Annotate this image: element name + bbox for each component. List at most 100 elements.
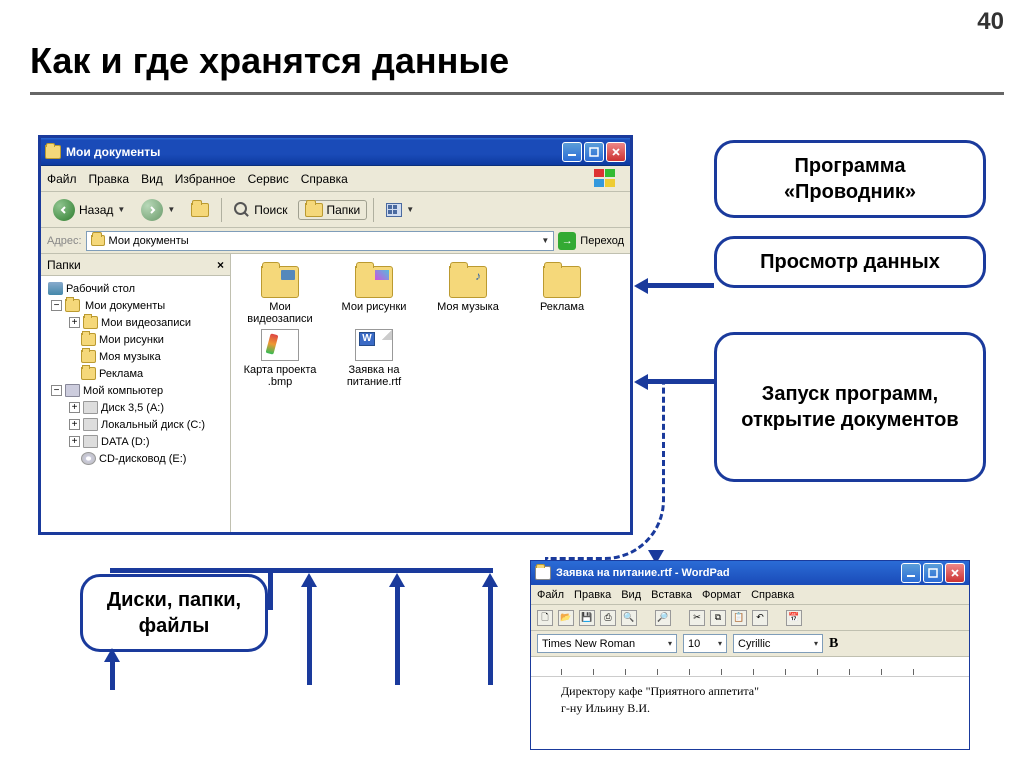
menu-insert[interactable]: Вставка xyxy=(651,589,692,601)
callout-view: Просмотр данных xyxy=(714,236,986,288)
menu-view[interactable]: Вид xyxy=(621,589,641,601)
address-value: Мои документы xyxy=(109,235,189,247)
folder-icon xyxy=(305,203,323,217)
tree-video[interactable]: +Мои видеозаписи xyxy=(43,314,228,331)
menubar: Файл Правка Вид Избранное Сервис Справка xyxy=(41,166,630,192)
expand-icon[interactable]: + xyxy=(69,402,80,413)
minimize-button[interactable] xyxy=(901,563,921,583)
collapse-icon[interactable]: − xyxy=(51,300,62,311)
menu-view[interactable]: Вид xyxy=(141,172,163,186)
bold-button[interactable]: B xyxy=(829,636,838,652)
callout-program: Программа «Проводник» xyxy=(714,140,986,218)
menu-format[interactable]: Формат xyxy=(702,589,741,601)
back-arrow-icon xyxy=(53,199,75,221)
folders-label: Папки xyxy=(327,203,361,217)
chevron-down-icon[interactable]: ▼ xyxy=(541,236,549,245)
disk-icon xyxy=(83,418,98,431)
expand-icon[interactable]: + xyxy=(69,436,80,447)
wordpad-titlebar[interactable]: Заявка на питание.rtf - WordPad xyxy=(531,561,969,585)
new-icon[interactable]: 🗋 xyxy=(537,610,553,626)
title-rule xyxy=(30,92,1004,95)
item-music[interactable]: Моя музыка xyxy=(425,266,511,325)
menu-help[interactable]: Справка xyxy=(751,589,794,601)
menu-favorites[interactable]: Избранное xyxy=(175,172,236,186)
undo-icon[interactable]: ↶ xyxy=(752,610,768,626)
view-mode-button[interactable]: ▼ xyxy=(380,201,420,219)
folder-icon xyxy=(81,367,96,380)
forward-button[interactable]: ▼ xyxy=(135,197,181,223)
windows-logo-icon xyxy=(594,169,624,189)
folders-button[interactable]: Папки xyxy=(298,200,368,220)
save-icon[interactable]: 💾 xyxy=(579,610,595,626)
window-buttons xyxy=(901,563,965,583)
document-body[interactable]: Директору кафе "Приятного аппетита" г-ну… xyxy=(531,677,969,723)
tree-mydocs[interactable]: −Мои документы xyxy=(43,297,228,314)
tree-datad[interactable]: +DATA (D:) xyxy=(43,433,228,450)
item-video[interactable]: Мои видеозаписи xyxy=(237,266,323,325)
copy-icon[interactable]: ⧉ xyxy=(710,610,726,626)
tree-mypc[interactable]: −Мой компьютер xyxy=(43,382,228,399)
close-button[interactable] xyxy=(945,563,965,583)
view-icon xyxy=(386,203,402,217)
panel-close-button[interactable]: × xyxy=(217,258,224,272)
item-reklama[interactable]: Реклама xyxy=(519,266,605,325)
folder-icon xyxy=(91,235,105,246)
print-icon[interactable]: ⎙ xyxy=(600,610,616,626)
item-rtf[interactable]: Заявка на питание.rtf xyxy=(331,329,417,388)
desktop-icon xyxy=(48,282,63,295)
back-button[interactable]: Назад ▼ xyxy=(47,197,131,223)
open-icon[interactable]: 📂 xyxy=(558,610,574,626)
body-line: г-ну Ильину В.И. xyxy=(561,700,939,717)
item-bmp[interactable]: Карта проекта .bmp xyxy=(237,329,323,388)
datetime-icon[interactable]: 📅 xyxy=(786,610,802,626)
tree-pics[interactable]: Мои рисунки xyxy=(43,331,228,348)
preview-icon[interactable]: 🔍 xyxy=(621,610,637,626)
connector-line xyxy=(110,568,493,573)
tree-reklama[interactable]: Реклама xyxy=(43,365,228,382)
menu-file[interactable]: Файл xyxy=(47,172,77,186)
menu-edit[interactable]: Правка xyxy=(574,589,611,601)
folder-icon xyxy=(81,350,96,363)
callout-disks: Диски, папки, файлы xyxy=(80,574,268,652)
body-line: Директору кафе "Приятного аппетита" xyxy=(561,683,939,700)
menu-tools[interactable]: Сервис xyxy=(248,172,289,186)
paste-icon[interactable]: 📋 xyxy=(731,610,747,626)
find-icon[interactable]: 🔎 xyxy=(655,610,671,626)
expand-icon[interactable]: + xyxy=(69,317,80,328)
search-button[interactable]: Поиск xyxy=(228,200,293,220)
address-field[interactable]: Мои документы ▼ xyxy=(86,231,555,251)
go-button[interactable]: → Переход xyxy=(558,232,624,250)
content-pane[interactable]: Мои видеозаписи Мои рисунки Моя музыка Р… xyxy=(231,254,630,532)
menu-help[interactable]: Справка xyxy=(301,172,348,186)
toolbar: Назад ▼ ▼ Поиск Папки ▼ xyxy=(41,192,630,228)
font-combo[interactable]: Times New Roman▾ xyxy=(537,634,677,653)
tree-floppy[interactable]: +Диск 3,5 (A:) xyxy=(43,399,228,416)
up-button[interactable] xyxy=(185,201,215,219)
disk-icon xyxy=(83,435,98,448)
cut-icon[interactable]: ✂ xyxy=(689,610,705,626)
close-button[interactable] xyxy=(606,142,626,162)
tree-cdrom[interactable]: CD-дисковод (E:) xyxy=(43,450,228,467)
explorer-body: Папки × Рабочий стол −Мои документы +Мои… xyxy=(41,254,630,532)
wordpad-toolbar: 🗋 📂 💾 ⎙ 🔍 🔎 ✂ ⧉ 📋 ↶ 📅 xyxy=(531,605,969,631)
minimize-button[interactable] xyxy=(562,142,582,162)
tree-localc[interactable]: +Локальный диск (C:) xyxy=(43,416,228,433)
forward-arrow-icon xyxy=(141,199,163,221)
menu-edit[interactable]: Правка xyxy=(89,172,130,186)
collapse-icon[interactable]: − xyxy=(51,385,62,396)
tree-music[interactable]: Моя музыка xyxy=(43,348,228,365)
search-label: Поиск xyxy=(254,203,287,217)
size-combo[interactable]: 10▾ xyxy=(683,634,727,653)
floppy-icon xyxy=(83,401,98,414)
tree-desktop[interactable]: Рабочий стол xyxy=(43,280,228,297)
maximize-button[interactable] xyxy=(923,563,943,583)
ruler[interactable] xyxy=(531,657,969,677)
folder-icon xyxy=(543,266,581,298)
charset-combo[interactable]: Cyrillic▾ xyxy=(733,634,823,653)
item-pics[interactable]: Мои рисунки xyxy=(331,266,417,325)
menu-file[interactable]: Файл xyxy=(537,589,564,601)
titlebar[interactable]: Мои документы xyxy=(41,138,630,166)
maximize-button[interactable] xyxy=(584,142,604,162)
wordpad-icon xyxy=(535,566,551,580)
expand-icon[interactable]: + xyxy=(69,419,80,430)
